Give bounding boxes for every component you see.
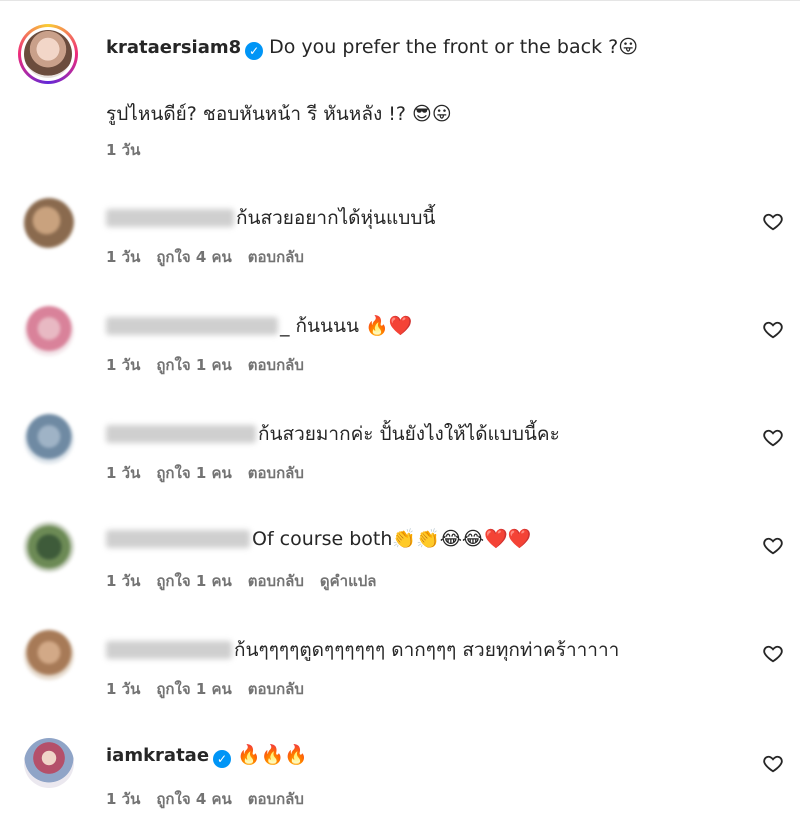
post-author-username[interactable]: krataersiam8 [106, 37, 241, 58]
comment-time[interactable]: 1 วัน [106, 680, 140, 698]
post-time[interactable]: 1 วัน [106, 141, 140, 159]
heart-outline-icon[interactable] [762, 752, 784, 774]
post-caption-line2: รูปไหนดีย์? ชอบหันหน้า รี หันหลัง !? 😎😛 [106, 103, 452, 125]
comment-avatar[interactable] [24, 198, 74, 248]
heart-outline-icon[interactable] [762, 210, 784, 232]
translate-button[interactable]: ดูคำแปล [320, 572, 377, 590]
post-caption-line1: krataersiam8 ✓ Do you prefer the front or … [106, 36, 638, 60]
comment-text-row: ก้นสวยอยากได้หุ่นแบบนี้ [106, 203, 435, 233]
heart-outline-icon[interactable] [762, 318, 784, 340]
comment-time[interactable]: 1 วัน [106, 248, 140, 266]
comment-text: 🔥🔥🔥 [237, 744, 309, 766]
comment-text: ก้นสวยอยากได้หุ่นแบบนี้ [236, 207, 436, 229]
comment-avatar[interactable] [24, 306, 74, 356]
comment-text: _ ก้นนนน 🔥❤️ [280, 315, 413, 337]
blurred-username[interactable] [106, 317, 278, 335]
comment-username[interactable]: iamkratae [106, 745, 209, 766]
comment-likes[interactable]: ถูกใจ 4 คน [156, 790, 231, 808]
comment-avatar[interactable] [24, 738, 74, 788]
comment-text: ก้นสวยมากค่ะ ปั้นยังไงให้ได้แบบนี้คะ [258, 423, 560, 445]
comment-meta: 1 วัน ถูกใจ 1 คน ตอบกลับ [106, 353, 320, 377]
comment-time[interactable]: 1 วัน [106, 572, 140, 590]
reply-button[interactable]: ตอบกลับ [248, 464, 304, 482]
comment-likes[interactable]: ถูกใจ 1 คน [156, 464, 231, 482]
blurred-username[interactable] [106, 641, 232, 659]
comment-likes[interactable]: ถูกใจ 4 คน [156, 248, 231, 266]
reply-button[interactable]: ตอบกลับ [248, 572, 304, 590]
comment-meta: 1 วัน ถูกใจ 4 คน ตอบกลับ [106, 245, 320, 269]
comment-avatar[interactable] [24, 522, 74, 572]
reply-button[interactable]: ตอบกลับ [248, 356, 304, 374]
reply-button[interactable]: ตอบกลับ [248, 248, 304, 266]
post-author-avatar[interactable] [18, 24, 78, 84]
heart-outline-icon[interactable] [762, 534, 784, 556]
comment-text-row: ก้นๆๆๆๆตูดๆๆๆๆๆๆ ดากๆๆๆ สวยทุกท่าคร้าาาา… [106, 635, 619, 665]
comment-text: Of course both👏👏😂😂❤️❤️ [252, 528, 532, 550]
comment-meta: 1 วัน ถูกใจ 1 คน ตอบกลับ [106, 677, 320, 701]
comment-meta: 1 วัน ถูกใจ 1 คน ตอบกลับ [106, 461, 320, 485]
comment-text-row: _ ก้นนนน 🔥❤️ [106, 311, 412, 341]
heart-outline-icon[interactable] [762, 642, 784, 664]
comment-likes[interactable]: ถูกใจ 1 คน [156, 356, 231, 374]
comment-text-row: iamkratae ✓ 🔥🔥🔥 [106, 743, 308, 768]
blurred-username[interactable] [106, 209, 234, 227]
avatar-image [24, 30, 72, 78]
blurred-username[interactable] [106, 425, 256, 443]
comment-time[interactable]: 1 วัน [106, 464, 140, 482]
verified-badge-icon: ✓ [213, 750, 232, 768]
comment-likes[interactable]: ถูกใจ 1 คน [156, 572, 231, 590]
comment-text: ก้นๆๆๆๆตูดๆๆๆๆๆๆ ดากๆๆๆ สวยทุกท่าคร้าาาา… [234, 639, 620, 661]
comment-text-row: Of course both👏👏😂😂❤️❤️ [106, 527, 531, 550]
comment-avatar[interactable] [24, 630, 74, 680]
comment-likes[interactable]: ถูกใจ 1 คน [156, 680, 231, 698]
reply-button[interactable]: ตอบกลับ [248, 790, 304, 808]
comment-avatar[interactable] [24, 414, 74, 464]
heart-outline-icon[interactable] [762, 426, 784, 448]
verified-badge-icon: ✓ [245, 42, 264, 60]
comment-text-row: ก้นสวยมากค่ะ ปั้นยังไงให้ได้แบบนี้คะ [106, 419, 560, 449]
comment-meta: 1 วัน ถูกใจ 4 คน ตอบกลับ [106, 787, 320, 811]
comment-time[interactable]: 1 วัน [106, 356, 140, 374]
blurred-username[interactable] [106, 530, 250, 548]
reply-button[interactable]: ตอบกลับ [248, 680, 304, 698]
post-meta: 1 วัน [106, 138, 156, 162]
caption-text: Do you prefer the front or the back ?😛 [269, 36, 638, 58]
comment-time[interactable]: 1 วัน [106, 790, 140, 808]
top-divider [0, 0, 800, 1]
comment-meta: 1 วัน ถูกใจ 1 คน ตอบกลับ ดูคำแปล [106, 569, 392, 593]
